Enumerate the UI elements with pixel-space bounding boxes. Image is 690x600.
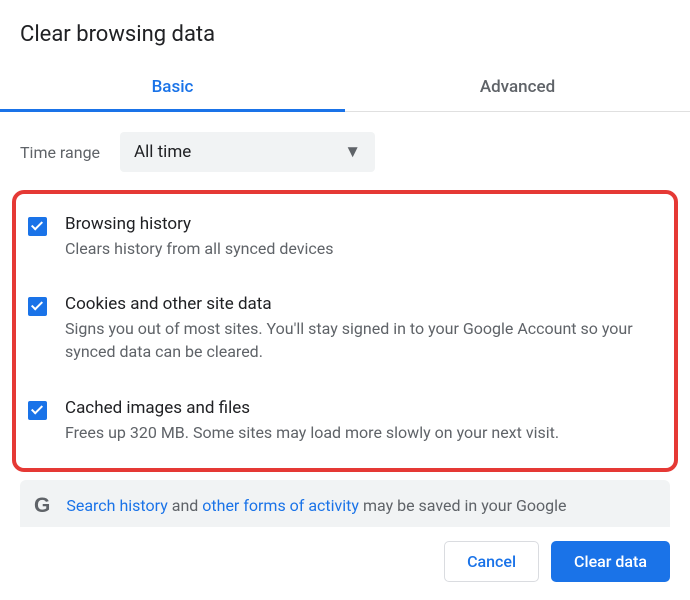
- option-browsing-history[interactable]: Browsing history Clears history from all…: [22, 206, 664, 270]
- google-icon: G: [34, 494, 50, 518]
- option-desc: Frees up 320 MB. Some sites may load mor…: [65, 421, 559, 444]
- tab-advanced[interactable]: Advanced: [345, 63, 690, 111]
- option-desc: Signs you out of most sites. You'll stay…: [65, 317, 658, 363]
- option-title: Cached images and files: [65, 398, 559, 418]
- checkbox-browsing-history[interactable]: [28, 217, 47, 236]
- time-range-row: Time range All time ▼: [0, 112, 690, 190]
- cancel-button[interactable]: Cancel: [444, 541, 539, 582]
- tab-basic[interactable]: Basic: [0, 63, 345, 111]
- dialog-footer: Cancel Clear data: [0, 527, 690, 600]
- account-info: G Search history and other forms of acti…: [20, 480, 670, 528]
- highlighted-options: Browsing history Clears history from all…: [12, 190, 678, 472]
- clear-data-button[interactable]: Clear data: [551, 541, 670, 582]
- option-cookies[interactable]: Cookies and other site data Signs you ou…: [22, 286, 664, 373]
- link-search-history[interactable]: Search history: [66, 496, 167, 515]
- time-range-value: All time: [134, 142, 191, 162]
- option-title: Cookies and other site data: [65, 294, 658, 314]
- option-cache[interactable]: Cached images and files Frees up 320 MB.…: [22, 390, 664, 454]
- tabs: Basic Advanced: [0, 63, 690, 112]
- checkbox-cookies[interactable]: [28, 297, 47, 316]
- link-other-activity[interactable]: other forms of activity: [202, 496, 359, 515]
- chevron-down-icon: ▼: [344, 142, 361, 162]
- checkbox-cache[interactable]: [28, 401, 47, 420]
- time-range-select[interactable]: All time ▼: [120, 132, 375, 172]
- account-info-text: Search history and other forms of activi…: [66, 496, 566, 515]
- time-range-label: Time range: [20, 143, 100, 162]
- option-desc: Clears history from all synced devices: [65, 237, 334, 260]
- option-title: Browsing history: [65, 214, 334, 234]
- dialog-title: Clear browsing data: [0, 0, 690, 63]
